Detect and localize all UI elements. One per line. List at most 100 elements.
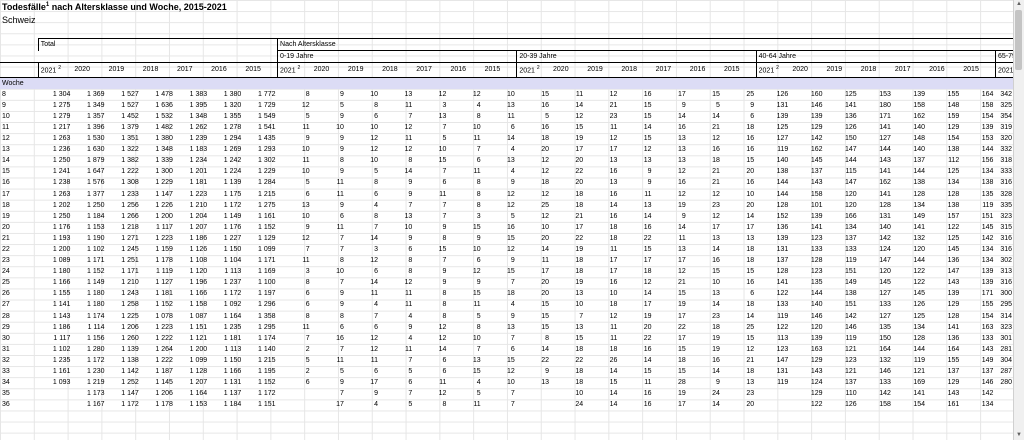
table-row: 31 1 102 1 280 1 139 1 264 1 200 1 113 1 140 2 7 1… (0, 344, 1014, 355)
scroll-thumb[interactable] (1015, 10, 1022, 70)
table-cell: 1 226 (155, 201, 173, 209)
table-cell: 11 (404, 135, 413, 143)
table-cell: 1 251 (121, 257, 139, 265)
table-cell: 18 (746, 368, 755, 375)
scroll-down-arrow-icon[interactable]: ▼ (1014, 431, 1024, 440)
table-cell: 162 (913, 112, 926, 120)
table-cell: 1 532 (155, 112, 173, 120)
table-cell: 5 (339, 368, 344, 375)
table-cell: 18 (643, 268, 652, 276)
table-cell: 320 (1000, 135, 1012, 143)
table-cell: 1 235 (52, 356, 71, 364)
table-cell: 9 (442, 223, 447, 231)
table-cell: 7 (476, 345, 481, 353)
table-cell: 11 (302, 323, 310, 331)
table-cell: 11 (302, 157, 310, 165)
table-row: 12 1 263 1 530 1 351 1 380 1 239 1 294 1 435 9 9 1… (0, 133, 1014, 144)
table-cell: 144 (776, 190, 789, 198)
table-cell: 16 (677, 179, 686, 187)
table-cell: 1 141 (52, 301, 71, 309)
table-cell: 126 (776, 90, 789, 98)
table-cell: 13 (575, 323, 584, 331)
table-cell: 134 (913, 323, 926, 331)
table-cell: 11 (575, 90, 584, 98)
table-cell: 147 (845, 146, 857, 154)
table-cell: 1 180 (87, 290, 105, 298)
table-cell: 10 (541, 223, 550, 231)
table-cell: 1 173 (87, 390, 105, 398)
table-cell: 120 (845, 201, 857, 209)
table-cell: 1 102 (87, 245, 105, 253)
week-number: 13 (2, 146, 10, 154)
year-header: 2020 (72, 62, 107, 78)
table-cell: 6 (476, 157, 481, 165)
table-cell: 22 (643, 334, 652, 342)
table-cell: 1 093 (52, 379, 71, 387)
table-cell: 1 243 (121, 290, 139, 298)
table-cell: 7 (374, 312, 379, 320)
table-cell: 5 (305, 112, 310, 120)
table-cell: 138 (947, 146, 960, 154)
table-cell: 18 (746, 301, 755, 309)
table-cell: 1 271 (121, 234, 139, 242)
table-row: 21 1 193 1 190 1 271 1 223 1 186 1 227 1 129 12 7… (0, 233, 1014, 244)
table-cell: 1 549 (257, 112, 276, 120)
data-table-container: Total Nach Altersklasse 0-19 Jahre 20-39… (0, 37, 1014, 410)
table-cell: 139 (810, 334, 823, 342)
table-cell: 15 (643, 245, 652, 253)
scroll-up-arrow-icon[interactable]: ▲ (1014, 0, 1024, 9)
table-cell: 169 (913, 379, 926, 387)
table-cell: 7 (510, 401, 515, 409)
week-number: 30 (2, 334, 10, 342)
table-cell: 128 (913, 190, 926, 198)
table-cell: 141 (879, 123, 891, 131)
table-cell: 17 (712, 223, 720, 231)
table-cell: 147 (947, 268, 960, 276)
table-cell: 134 (913, 201, 926, 209)
table-cell: 319 (1000, 123, 1012, 131)
table-cell: 12 (677, 190, 686, 198)
table-cell: 9 (339, 301, 344, 309)
table-row: 28 1 143 1 174 1 225 1 078 1 087 1 164 1 358 8 8 7… (0, 310, 1014, 321)
table-cell: 163 (810, 345, 823, 353)
table-cell: 18 (677, 356, 686, 364)
table-cell: 16 (541, 123, 550, 131)
table-cell: 26 (609, 356, 618, 364)
table-cell: 11 (336, 223, 344, 231)
table-cell: 14 (609, 401, 618, 409)
table-cell: 14 (609, 368, 618, 375)
table-cell: 1 164 (189, 390, 208, 398)
table-cell: 1 576 (87, 179, 105, 187)
table-cell: 148 (947, 101, 960, 109)
table-cell: 9 (374, 390, 379, 398)
table-cell: 153 (879, 90, 891, 98)
table-row: 8 1 304 1 369 1 527 1 478 1 383 1 380 1 772 8 9 10… (0, 89, 1014, 100)
table-cell: 1 358 (257, 312, 276, 320)
table-cell: 135 (810, 279, 823, 287)
week-number: 24 (2, 268, 10, 276)
table-row: 14 1 250 1 879 1 382 1 339 1 234 1 242 1 302 11 8… (0, 155, 1014, 166)
table-cell: 9 (408, 234, 413, 242)
table-cell: 12 (541, 157, 550, 165)
table-cell: 1 078 (155, 312, 173, 320)
table-cell: 11 (336, 179, 344, 187)
table-cell: 5 (510, 212, 515, 220)
table-cell: 1 100 (257, 279, 276, 287)
table-cell: 146 (981, 379, 994, 387)
table-cell: 14 (438, 345, 447, 353)
table-cell: 110 (845, 390, 857, 398)
table-cell: 142 (879, 390, 891, 398)
year-header: 2019 (106, 62, 141, 78)
table-cell: 21 (712, 168, 720, 176)
table-cell: 158 (981, 101, 994, 109)
table-cell: 159 (947, 112, 960, 120)
table-cell: 1 178 (155, 257, 173, 265)
table-cell: 9 (647, 179, 652, 187)
table-cell: 9 (305, 223, 310, 231)
table-cell: 132 (879, 356, 891, 364)
vertical-scrollbar[interactable]: ▲ ▼ (1013, 0, 1024, 440)
table-cell: 14 (643, 123, 652, 131)
table-cell: 1 530 (87, 135, 105, 143)
table-cell: 9 (339, 168, 344, 176)
table-cell: 6 (374, 323, 379, 331)
